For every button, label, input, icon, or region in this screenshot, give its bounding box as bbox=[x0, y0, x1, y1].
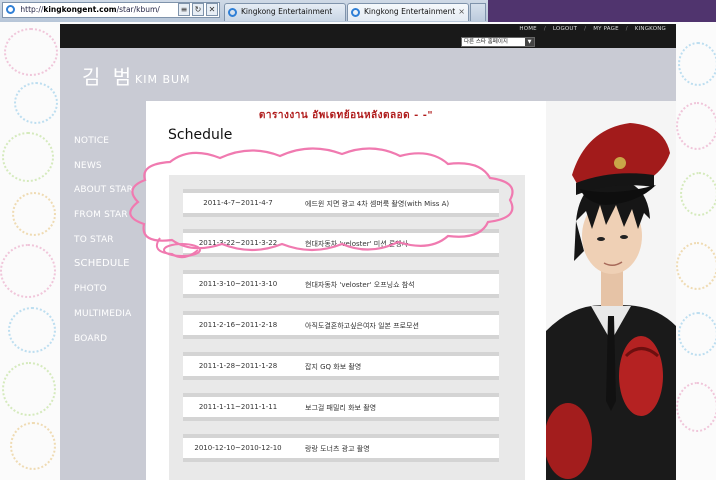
schedule-list: 2011-4-7~2011-4-7 에드윈 지면 광고 4차 셈머룩 촬영(wi… bbox=[169, 175, 525, 480]
bg-scribble bbox=[0, 244, 56, 298]
schedule-date: 2010-12-10~2010-12-10 bbox=[194, 444, 282, 452]
menu-item-to-star[interactable]: TO STAR bbox=[74, 233, 133, 258]
notice-banner: ตารางงาน อัพเดทย้อนหลังตลอด - -" bbox=[258, 110, 434, 121]
bg-scribble bbox=[8, 307, 56, 353]
schedule-row[interactable]: 2011-3-22~2011-3-22 현대자동차 'veloster' 미션 … bbox=[183, 229, 499, 257]
schedule-date: 2011-1-11~2011-1-11 bbox=[198, 403, 278, 411]
bg-scribble bbox=[2, 362, 56, 416]
menu-item-news[interactable]: NEWS bbox=[74, 159, 133, 184]
browser-tab-1[interactable]: Kingkong Entertainment bbox=[224, 3, 346, 21]
schedule-title[interactable]: 에드윈 지면 광고 4차 셈머룩 촬영(with Miss A) bbox=[305, 199, 449, 209]
schedule-row[interactable]: 2011-3-10~2011-3-10 현대자동차 'veloster' 오프닝… bbox=[183, 270, 499, 298]
refresh-icon[interactable]: ↻ bbox=[192, 3, 204, 16]
browser-chrome: http://kingkongent.com/star/kbum/ ⌕▾ ≡ ↻… bbox=[0, 0, 716, 23]
other-star-select-value: 다른 스타 홈페이지 bbox=[464, 39, 508, 45]
other-star-select[interactable]: 다른 스타 홈페이지 ▼ bbox=[461, 37, 535, 47]
logo-english[interactable]: KIM BUM bbox=[135, 73, 191, 86]
schedule-date: 2011-1-28~2011-1-28 bbox=[198, 362, 278, 370]
bg-scribble bbox=[14, 82, 58, 124]
new-tab-button[interactable] bbox=[470, 3, 486, 21]
top-nav: HOME / LOGOUT / MY PAGE / KINGKONG bbox=[515, 26, 670, 32]
schedule-date: 2011-3-10~2011-3-10 bbox=[198, 280, 278, 288]
star-photo bbox=[546, 101, 676, 480]
bg-scribble bbox=[2, 132, 54, 182]
nav-kingkong-link[interactable]: KINGKONG bbox=[635, 26, 666, 32]
url-text: http://kingkongent.com/star/kbum/ bbox=[20, 5, 160, 14]
bg-scribble bbox=[4, 28, 58, 76]
menu-item-from-star[interactable]: FROM STAR bbox=[74, 208, 133, 233]
side-menu: NOTICE NEWS ABOUT STAR FROM STAR TO STAR… bbox=[74, 134, 133, 356]
star-portrait-image bbox=[546, 101, 676, 480]
schedule-row[interactable]: 2011-4-7~2011-4-7 에드윈 지면 광고 4차 셈머룩 촬영(wi… bbox=[183, 189, 499, 217]
schedule-row[interactable]: 2011-2-16~2011-2-18 아직도결혼하고싶은여자 일본 프로모션 bbox=[183, 311, 499, 339]
compat-view-icon[interactable]: ≡ bbox=[178, 3, 190, 16]
stop-icon[interactable]: ✕ bbox=[206, 3, 218, 16]
page-title: Schedule bbox=[168, 127, 233, 143]
schedule-date: 2011-3-22~2011-3-22 bbox=[198, 239, 278, 247]
bg-scribble bbox=[10, 422, 56, 470]
content-panel: ตารางงาน อัพเดทย้อนหลังตลอด - -" Schedul… bbox=[146, 101, 546, 480]
close-tab-icon[interactable]: × bbox=[458, 4, 465, 20]
schedule-date: 2011-4-7~2011-4-7 bbox=[203, 199, 273, 207]
chevron-down-icon: ▼ bbox=[525, 38, 534, 46]
bg-right-strip bbox=[676, 22, 716, 480]
tab-label: Kingkong Entertainment bbox=[364, 7, 456, 16]
nav-separator: / bbox=[625, 26, 628, 32]
nav-logout-link[interactable]: LOGOUT bbox=[553, 26, 577, 32]
nav-home-link[interactable]: HOME bbox=[519, 26, 537, 32]
schedule-row[interactable]: 2011-1-28~2011-1-28 잡지 GQ 화보 촬영 bbox=[183, 352, 499, 380]
schedule-date: 2011-2-16~2011-2-18 bbox=[198, 321, 278, 329]
ie-tab-icon bbox=[351, 8, 360, 17]
schedule-title[interactable]: 아직도결혼하고싶은여자 일본 프로모션 bbox=[305, 321, 419, 331]
logo-korean[interactable]: 김 범 bbox=[82, 61, 134, 90]
ie-tab-icon bbox=[228, 8, 237, 17]
schedule-title[interactable]: 보그걸 패밀리 화보 촬영 bbox=[305, 403, 376, 413]
menu-item-about-star[interactable]: ABOUT STAR bbox=[74, 183, 133, 208]
site-container: HOME / LOGOUT / MY PAGE / KINGKONG 다른 스타… bbox=[60, 24, 676, 480]
schedule-row[interactable]: 2011-1-11~2011-1-11 보그걸 패밀리 화보 촬영 bbox=[183, 393, 499, 421]
schedule-title[interactable]: 현대자동차 'veloster' 오프닝쇼 참석 bbox=[305, 280, 415, 290]
nav-separator: / bbox=[584, 26, 587, 32]
browser-tab-2[interactable]: Kingkong Entertainment × bbox=[347, 3, 469, 21]
menu-item-notice[interactable]: NOTICE bbox=[74, 134, 133, 159]
bg-scribble bbox=[12, 192, 56, 236]
schedule-title[interactable]: 랑랑 도너츠 광고 촬영 bbox=[305, 444, 370, 454]
menu-item-photo[interactable]: PHOTO bbox=[74, 282, 133, 307]
top-bar: HOME / LOGOUT / MY PAGE / KINGKONG 다른 스타… bbox=[60, 24, 676, 48]
schedule-title[interactable]: 현대자동차 'veloster' 미션 론행사 bbox=[305, 239, 408, 249]
schedule-row[interactable]: 2010-12-10~2010-12-10 랑랑 도너츠 광고 촬영 bbox=[183, 434, 499, 462]
tab-label: Kingkong Entertainment bbox=[241, 7, 333, 16]
ie-icon bbox=[6, 5, 15, 14]
nav-separator: / bbox=[543, 26, 546, 32]
page-viewport: HOME / LOGOUT / MY PAGE / KINGKONG 다른 스타… bbox=[0, 22, 716, 480]
window-frame bbox=[488, 0, 716, 22]
nav-mypage-link[interactable]: MY PAGE bbox=[593, 26, 619, 32]
menu-item-multimedia[interactable]: MULTIMEDIA bbox=[74, 307, 133, 332]
menu-item-schedule[interactable]: SCHEDULE bbox=[74, 257, 133, 282]
menu-item-board[interactable]: BOARD bbox=[74, 332, 133, 357]
schedule-title[interactable]: 잡지 GQ 화보 촬영 bbox=[305, 362, 361, 372]
